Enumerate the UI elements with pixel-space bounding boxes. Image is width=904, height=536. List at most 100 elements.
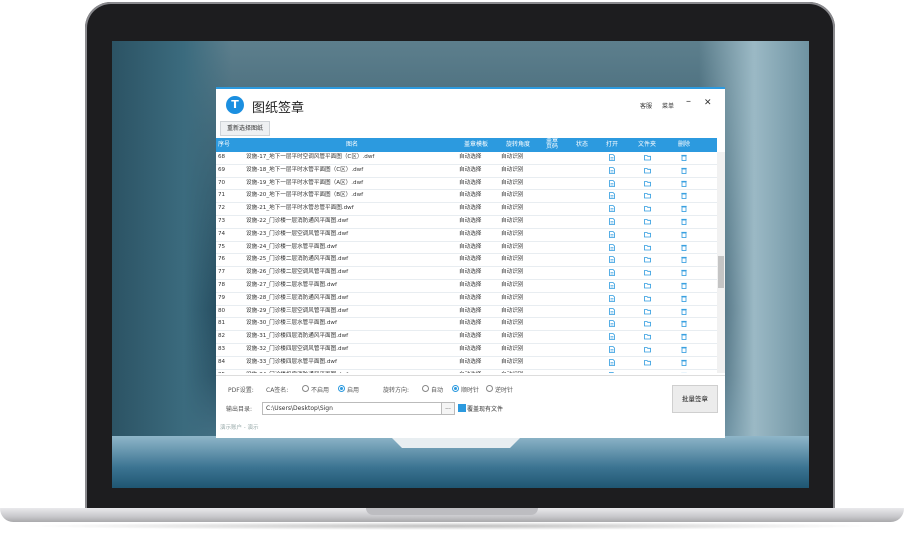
row-rotation[interactable]: 自动识别 — [501, 152, 539, 164]
table-row[interactable]: 68 设施-17_地下一层平时空调风管平面图（C区）.dwf 自动选择 自动识别 — [216, 152, 717, 165]
open-file-icon[interactable] — [609, 294, 615, 302]
folder-icon[interactable] — [644, 346, 651, 353]
open-file-icon[interactable] — [609, 320, 615, 328]
row-rotation[interactable]: 自动识别 — [501, 165, 539, 177]
open-file-icon[interactable] — [609, 371, 615, 373]
table-row[interactable]: 76 设施-25_门诊楼二层消防通风平面图.dwf 自动选择 自动识别 — [216, 254, 717, 268]
menu-link[interactable]: 菜单 — [662, 101, 674, 110]
folder-icon[interactable] — [644, 359, 651, 366]
folder-icon[interactable] — [644, 154, 651, 161]
row-template[interactable]: 自动选择 — [459, 306, 497, 318]
rotate-auto-radio[interactable] — [422, 385, 429, 392]
row-rotation[interactable]: 自动识别 — [501, 178, 539, 190]
folder-icon[interactable] — [644, 180, 651, 187]
open-file-icon[interactable] — [609, 269, 615, 277]
delete-icon[interactable] — [681, 180, 687, 187]
table-row[interactable]: 81 设施-30_门诊楼三层水管平面图.dwf 自动选择 自动识别 — [216, 318, 717, 332]
delete-icon[interactable] — [681, 282, 687, 289]
row-rotation[interactable]: 自动识别 — [501, 344, 539, 356]
table-row[interactable]: 69 设施-18_地下一层平时水管平面图（C区）.dwf 自动选择 自动识别 — [216, 165, 717, 178]
row-rotation[interactable]: 自动识别 — [501, 242, 539, 254]
row-template[interactable]: 自动选择 — [459, 216, 497, 228]
row-template[interactable]: 自动选择 — [459, 190, 497, 202]
delete-icon[interactable] — [681, 295, 687, 302]
delete-icon[interactable] — [681, 333, 687, 341]
table-scrollbar[interactable] — [717, 152, 725, 373]
table-row[interactable]: 74 设施-23_门诊楼一层空调风管平面图.dwf 自动选择 自动识别 — [216, 229, 717, 242]
open-file-icon[interactable] — [609, 346, 615, 353]
rotate-counterclockwise-radio[interactable] — [486, 385, 493, 392]
reselect-drawings-button[interactable]: 重新选择图纸 — [220, 121, 271, 136]
open-file-icon[interactable] — [609, 282, 615, 289]
open-file-icon[interactable] — [609, 243, 615, 251]
table-row[interactable]: 83 设施-32_门诊楼四层空调风管平面图.dwf 自动选择 自动识别 — [216, 344, 717, 357]
delete-icon[interactable] — [681, 218, 687, 225]
row-template[interactable]: 自动选择 — [459, 357, 497, 369]
table-row[interactable]: 85 设施-34_门诊楼机房消防通风平面图.dwf自动选择 自动识别 — [216, 370, 717, 373]
row-rotation[interactable]: 自动识别 — [501, 357, 539, 369]
folder-icon[interactable] — [644, 308, 651, 315]
delete-icon[interactable] — [681, 359, 687, 366]
folder-icon[interactable] — [644, 205, 651, 212]
delete-icon[interactable] — [681, 154, 687, 161]
row-template[interactable]: 自动选择 — [459, 280, 497, 292]
open-file-icon[interactable] — [609, 205, 615, 213]
folder-icon[interactable] — [644, 218, 651, 225]
row-template[interactable]: 自动选择 — [459, 267, 497, 279]
row-rotation[interactable]: 自动识别 — [501, 216, 539, 228]
folder-icon[interactable] — [644, 282, 651, 289]
open-file-icon[interactable] — [609, 218, 615, 225]
open-file-icon[interactable] — [609, 154, 615, 161]
row-rotation[interactable]: 自动识别 — [501, 318, 539, 330]
close-icon[interactable]: ✕ — [704, 98, 712, 108]
table-row[interactable]: 73 设施-22_门诊楼一层消防通风平面图.dwf 自动选择 自动识别 — [216, 216, 717, 229]
table-row[interactable]: 75 设施-24_门诊楼一层水管平面图.dwf 自动选择 自动识别 — [216, 242, 717, 255]
folder-icon[interactable] — [644, 372, 651, 373]
table-row[interactable]: 79 设施-28_门诊楼三层消防通风平面图.dwf 自动选择 自动识别 — [216, 293, 717, 306]
folder-icon[interactable] — [644, 167, 651, 174]
row-rotation[interactable]: 自动识别 — [501, 267, 539, 279]
row-rotation[interactable]: 自动识别 — [501, 331, 539, 343]
row-template[interactable]: 自动选择 — [459, 242, 497, 254]
open-file-icon[interactable] — [609, 179, 615, 187]
open-file-icon[interactable] — [609, 230, 615, 238]
row-rotation[interactable]: 自动识别 — [501, 293, 539, 305]
delete-icon[interactable] — [681, 192, 687, 200]
overwrite-checkbox[interactable] — [458, 404, 466, 412]
open-file-icon[interactable] — [609, 307, 615, 315]
delete-icon[interactable] — [681, 346, 687, 353]
row-template[interactable]: 自动选择 — [459, 254, 497, 266]
row-template[interactable]: 自动选择 — [459, 344, 497, 356]
row-template[interactable]: 自动选择 — [459, 318, 497, 330]
row-template[interactable]: 自动选择 — [459, 229, 497, 241]
table-row[interactable]: 78 设施-27_门诊楼二层水管平面图.dwf 自动选择 自动识别 — [216, 280, 717, 293]
table-row[interactable]: 84 设施-33_门诊楼四层水管平面图.dwf 自动选择 自动识别 — [216, 357, 717, 370]
delete-icon[interactable] — [681, 244, 687, 251]
open-file-icon[interactable] — [609, 333, 615, 341]
delete-icon[interactable] — [681, 231, 687, 238]
open-file-icon[interactable] — [609, 256, 615, 264]
table-row[interactable]: 82 设施-31_门诊楼四层消防通风平面图.dwf 自动选择 自动识别 — [216, 331, 717, 344]
row-template[interactable]: 自动选择 — [459, 165, 497, 177]
row-template[interactable]: 自动选择 — [459, 203, 497, 215]
delete-icon[interactable] — [681, 167, 687, 174]
row-template[interactable]: 自动选择 — [459, 152, 497, 164]
table-row[interactable]: 77 设施-26_门诊楼二层空调风管平面图.dwf 自动选择 自动识别 — [216, 267, 717, 280]
rotate-clockwise-radio[interactable] — [452, 385, 459, 392]
folder-icon[interactable] — [644, 320, 651, 327]
row-rotation[interactable]: 自动识别 — [501, 254, 539, 266]
delete-icon[interactable] — [681, 308, 687, 315]
table-row[interactable]: 70 设施-19_地下一层平时水管平面图（A区）.dwf 自动选择 自动识别 — [216, 178, 717, 191]
table-row[interactable]: 80 设施-29_门诊楼三层空调风管平面图.dwf 自动选择 自动识别 — [216, 306, 717, 319]
batch-sign-button[interactable]: 批量签章 — [672, 385, 718, 413]
row-template[interactable]: 自动选择 — [459, 293, 497, 305]
row-template[interactable]: 自动选择 — [459, 331, 497, 343]
row-rotation[interactable]: 自动识别 — [501, 203, 539, 215]
delete-icon[interactable] — [681, 256, 687, 264]
delete-icon[interactable] — [681, 269, 687, 277]
row-rotation[interactable]: 自动识别 — [501, 190, 539, 202]
folder-icon[interactable] — [644, 244, 651, 251]
folder-icon[interactable] — [644, 269, 651, 276]
scrollbar-thumb[interactable] — [718, 256, 724, 288]
ca-enable-radio[interactable] — [338, 385, 345, 392]
